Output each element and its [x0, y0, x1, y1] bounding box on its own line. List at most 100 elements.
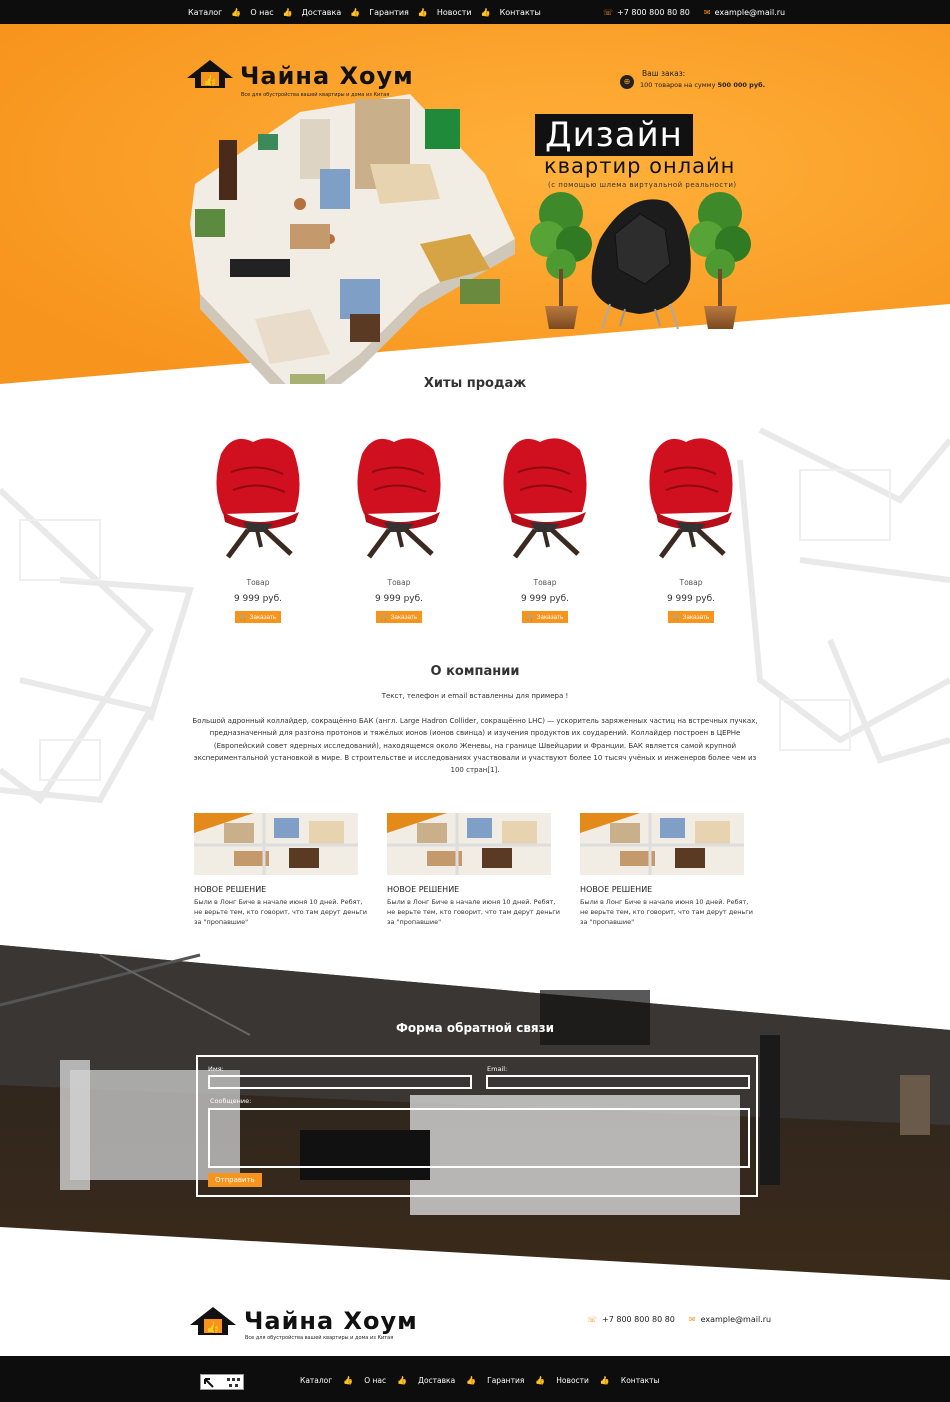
- order-summary-prefix: 100 товаров на сумму: [640, 81, 716, 89]
- feedback-form: Имя: Email: Сообщение: Отправить: [196, 1055, 758, 1197]
- order-button-label: Заказать: [536, 614, 564, 621]
- thumbs-up-icon: 👍: [535, 1376, 546, 1385]
- feedback-title: Форма обратной связи: [396, 1021, 554, 1035]
- hero-subtitle: (с помощью шлема виртуальной реальности): [548, 181, 737, 189]
- svg-text:👍: 👍: [203, 74, 217, 87]
- order-button[interactable]: 🛒 Заказать: [375, 611, 423, 623]
- footer-nav-item-about[interactable]: О нас: [364, 1376, 386, 1385]
- news-card: НОВОЕ РЕШЕНИЕ Были в Лонг Биче в начале …: [194, 813, 369, 927]
- product-name[interactable]: Товар: [203, 578, 313, 587]
- phone-icon: ☏: [603, 7, 614, 17]
- news-card: НОВОЕ РЕШЕНИЕ Были в Лонг Биче в начале …: [580, 813, 755, 927]
- product-name[interactable]: Товар: [344, 578, 454, 587]
- top-contacts: ☏ +7 800 800 80 80 ✉ example@mail.ru: [603, 0, 785, 24]
- name-input[interactable]: [208, 1075, 472, 1089]
- brand-tagline: Все для обустройства вашей квартиры и до…: [241, 92, 390, 98]
- thumbs-up-icon: 👍: [343, 1376, 354, 1385]
- news-title[interactable]: НОВОЕ РЕШЕНИЕ: [194, 885, 369, 894]
- house-logo-icon: 👍: [190, 1307, 236, 1335]
- about-text: Большой адронный коллайдер, сокращённо Б…: [192, 717, 758, 775]
- top-phone[interactable]: +7 800 800 80 80: [617, 8, 690, 17]
- order-button-label: Заказать: [682, 614, 710, 621]
- news-card: НОВОЕ РЕШЕНИЕ Были в Лонг Биче в начале …: [387, 813, 562, 927]
- order-label: Ваш заказ:: [642, 69, 686, 78]
- product-price: 9 999 руб.: [520, 594, 570, 604]
- footer-nav-item-news[interactable]: Новости: [556, 1376, 589, 1385]
- news-title[interactable]: НОВОЕ РЕШЕНИЕ: [580, 885, 755, 894]
- red-chair-image[interactable]: [490, 432, 600, 562]
- product-card: Товар 9 999 руб. 🛒 Заказать: [636, 432, 746, 623]
- envelope-icon: ✉: [703, 7, 711, 17]
- nav-item-delivery[interactable]: Доставка: [302, 8, 342, 17]
- about-subtitle: Текст, телефон и email вставленны для пр…: [381, 692, 569, 700]
- hero-banner: 👍 Чайна Хоум Все для обустройства вашей …: [0, 24, 950, 384]
- cart-icon: 🛒: [672, 614, 681, 621]
- phone-icon: ☏: [587, 1315, 598, 1324]
- top-bar: Каталог 👍 О нас 👍 Доставка 👍 Гарантия 👍 Ново…: [0, 0, 950, 24]
- thumbs-up-icon: 👍: [417, 7, 428, 17]
- footer-nav-item-warranty[interactable]: Гарантия: [487, 1376, 524, 1385]
- nav-item-warranty[interactable]: Гарантия: [369, 8, 409, 17]
- apartment-thumbnail-image[interactable]: [194, 813, 358, 875]
- footer-nav-item-delivery[interactable]: Доставка: [418, 1376, 455, 1385]
- visitor-counter-badge[interactable]: [200, 1374, 244, 1390]
- email-input[interactable]: [486, 1075, 750, 1089]
- message-label: Сообщение:: [210, 1097, 252, 1105]
- news-text: Были в Лонг Биче в начале июня 10 дней. …: [387, 898, 560, 926]
- thumbs-up-icon: 👍: [231, 7, 242, 17]
- product-card: Товар 9 999 руб. 🛒 Заказать: [344, 432, 454, 623]
- order-summary-text: 100 товаров на сумму 500 000 руб.: [640, 81, 765, 89]
- order-button[interactable]: 🛒 Заказать: [667, 611, 715, 623]
- red-chair-image[interactable]: [203, 432, 313, 562]
- order-button-label: Заказать: [249, 614, 277, 621]
- nav-item-news[interactable]: Новости: [437, 8, 472, 17]
- footer-phone[interactable]: +7 800 800 80 80: [602, 1315, 675, 1324]
- order-button-label: Заказать: [390, 614, 418, 621]
- news-text: Были в Лонг Биче в начале июня 10 дней. …: [194, 898, 367, 926]
- order-button[interactable]: 🛒 Заказать: [521, 611, 569, 623]
- house-logo-icon: 👍: [187, 60, 233, 88]
- footer-email[interactable]: example@mail.ru: [701, 1315, 771, 1324]
- nav-item-contacts[interactable]: Контакты: [500, 8, 541, 17]
- top-email[interactable]: example@mail.ru: [715, 8, 785, 17]
- product-price: 9 999 руб.: [374, 594, 424, 604]
- hero-background: [0, 24, 950, 384]
- cart-icon: 🛒: [380, 614, 389, 621]
- footer-contacts: ☏ +7 800 800 80 80 ✉ example@mail.ru: [587, 1315, 771, 1324]
- news-text: Были в Лонг Биче в начале июня 10 дней. …: [580, 898, 753, 926]
- hero-title-line2: квартир онлайн: [544, 154, 736, 178]
- basket-icon: ⊕: [620, 75, 634, 89]
- product-price: 9 999 руб.: [233, 594, 283, 604]
- name-label: Имя:: [208, 1065, 224, 1073]
- order-button[interactable]: 🛒 Заказать: [234, 611, 282, 623]
- red-chair-image[interactable]: [636, 432, 746, 562]
- hero-title-line1: Дизайн: [535, 114, 693, 156]
- product-name[interactable]: Товар: [636, 578, 746, 587]
- footer-brand-tagline: Все для обустройства вашей квартиры и до…: [245, 1335, 394, 1341]
- apartment-thumbnail-image[interactable]: [580, 813, 744, 875]
- news-title[interactable]: НОВОЕ РЕШЕНИЕ: [387, 885, 562, 894]
- thumbs-up-icon: 👍: [397, 1376, 408, 1385]
- red-chair-image[interactable]: [344, 432, 454, 562]
- product-card: Товар 9 999 руб. 🛒 Заказать: [490, 432, 600, 623]
- nav-item-catalog[interactable]: Каталог: [188, 8, 222, 17]
- order-summary-amount: 500 000 руб.: [717, 81, 766, 89]
- nav-item-about[interactable]: О нас: [250, 8, 273, 17]
- apartment-thumbnail-image[interactable]: [387, 813, 551, 875]
- product-price: 9 999 руб.: [666, 594, 716, 604]
- submit-button[interactable]: Отправить: [208, 1173, 262, 1187]
- brand-name: Чайна Хоум: [240, 62, 414, 90]
- footer-nav-item-contacts[interactable]: Контакты: [621, 1376, 660, 1385]
- cart-icon: 🛒: [239, 614, 248, 621]
- product-name[interactable]: Товар: [490, 578, 600, 587]
- bottom-nav: Каталог 👍 О нас 👍 Доставка 👍 Гарантия 👍 Ново…: [300, 1376, 659, 1385]
- thumbs-up-icon: 👍: [282, 7, 293, 17]
- about-title: О компании: [430, 664, 520, 679]
- footer-nav-item-catalog[interactable]: Каталог: [300, 1376, 332, 1385]
- envelope-icon: ✉: [688, 1315, 696, 1324]
- message-textarea[interactable]: [208, 1108, 750, 1168]
- email-label: Email:: [487, 1065, 508, 1073]
- thumbs-up-icon: 👍: [480, 7, 491, 17]
- thumbs-up-icon: 👍: [599, 1376, 610, 1385]
- counter-icon: [204, 1378, 240, 1388]
